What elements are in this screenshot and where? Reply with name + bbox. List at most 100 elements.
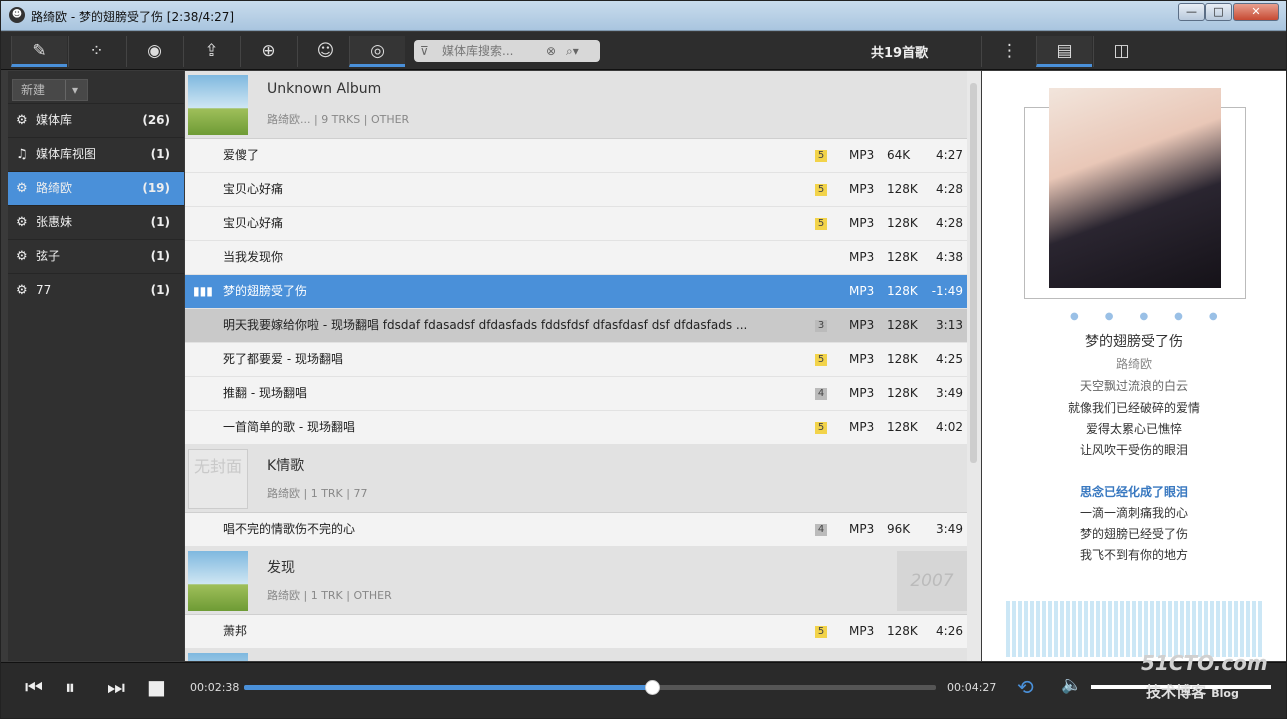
rating-star-icon[interactable]: 4 bbox=[815, 388, 827, 400]
seek-bar[interactable] bbox=[244, 680, 936, 695]
sidebar-item-count: (19) bbox=[142, 181, 170, 195]
track-name: 推翻 - 现场翻唱 bbox=[223, 386, 307, 400]
track-name: 爱傻了 bbox=[223, 148, 260, 162]
rating-star-icon[interactable]: 5 bbox=[815, 150, 827, 162]
sidebar-item-zhanghuimei[interactable]: ⚙ 张惠妹 (1) bbox=[8, 205, 184, 239]
seek-handle[interactable] bbox=[645, 680, 661, 695]
filter-icon[interactable]: ⊽ bbox=[420, 40, 429, 62]
track-duration: 3:13 bbox=[936, 318, 963, 332]
lyric-line: 让风吹干受伤的眼泪 bbox=[1079, 443, 1188, 457]
table-row[interactable]: 当我发现你 MP3 128K 4:38 bbox=[185, 241, 967, 275]
sidebar-item-library-view[interactable]: ♫ 媒体库视图 (1) bbox=[8, 137, 184, 171]
app-logo-icon: ☻ bbox=[9, 7, 25, 23]
pause-icon[interactable]: ⏸ bbox=[65, 675, 75, 699]
next-icon[interactable]: ⏭ bbox=[107, 675, 125, 699]
vertical-scrollbar[interactable] bbox=[967, 71, 981, 661]
new-label: 新建 bbox=[21, 83, 46, 97]
rating-star-icon[interactable]: 4 bbox=[815, 524, 827, 536]
stop-icon[interactable]: ■ bbox=[147, 675, 166, 699]
album-header[interactable] bbox=[185, 649, 967, 661]
artist-photo bbox=[1049, 88, 1221, 288]
sidebar-item-library[interactable]: ⚙ 媒体库 (26) bbox=[8, 103, 184, 137]
album-header[interactable]: Unknown Album 路绮欧... | 9 TRKS | OTHER bbox=[185, 71, 967, 139]
lyric-line: 我飞不到有你的地方 bbox=[1079, 548, 1188, 562]
sidebar-item-77[interactable]: ⚙ 77 (1) bbox=[8, 273, 184, 307]
chevron-down-icon[interactable]: ▾ bbox=[65, 80, 78, 100]
minimize-button[interactable]: — bbox=[1178, 3, 1205, 21]
table-row-playing[interactable]: ▮▮▮ 梦的翅膀受了伤 MP3 128K -1:49 bbox=[185, 275, 967, 309]
sidebar-item-count: (1) bbox=[150, 249, 170, 263]
album-header[interactable]: 发现 路绮欧 | 1 TRK | OTHER 2007 bbox=[185, 547, 967, 615]
lyric-line: 天空飘过流浪的白云 bbox=[1079, 379, 1188, 393]
rating-star-icon[interactable]: 5 bbox=[815, 626, 827, 638]
more-icon[interactable]: ⋮ bbox=[981, 36, 1037, 67]
search-input[interactable]: 媒体库搜索... bbox=[442, 40, 513, 62]
disc-icon[interactable]: ◎ bbox=[349, 36, 405, 67]
track-name: 宝贝心好痛 bbox=[223, 182, 284, 196]
info-panel-icon[interactable]: ◫ bbox=[1093, 36, 1149, 67]
total-time: 00:04:27 bbox=[947, 681, 997, 694]
table-row[interactable]: 宝贝心好痛 5 MP3 128K 4:28 bbox=[185, 173, 967, 207]
player-bar: ⏮ ⏸ ⏭ ■ 00:02:38 00:04:27 ⟲ 🔈 bbox=[1, 662, 1286, 718]
gear-icon: ⚙ bbox=[16, 249, 28, 264]
music-note-icon: ♫ bbox=[16, 147, 28, 162]
table-row[interactable]: 死了都要爱 - 现场翻唱 5 MP3 128K 4:25 bbox=[185, 343, 967, 377]
rating-star-icon[interactable]: 5 bbox=[815, 422, 827, 434]
track-bitrate: 128K bbox=[887, 182, 918, 196]
track-bitrate: 128K bbox=[887, 318, 918, 332]
maximize-button[interactable]: □ bbox=[1205, 3, 1232, 21]
track-format: MP3 bbox=[849, 386, 875, 400]
sidebar-item-xianzi[interactable]: ⚙ 弦子 (1) bbox=[8, 239, 184, 273]
photo-pager-dots[interactable]: ●●●●● bbox=[1070, 311, 1244, 322]
table-row[interactable]: 萧邦 5 MP3 128K 4:26 bbox=[185, 615, 967, 649]
seek-bar-fill bbox=[244, 685, 653, 690]
track-format: MP3 bbox=[849, 250, 875, 264]
table-row[interactable]: 明天我要嫁给你啦 - 现场翻唱 fdsdaf fdasadsf dfdasfad… bbox=[185, 309, 967, 343]
track-bitrate: 128K bbox=[887, 420, 918, 434]
rating-star-icon[interactable]: 5 bbox=[815, 184, 827, 196]
track-format: MP3 bbox=[849, 182, 875, 196]
search-icon[interactable]: ⌕▾ bbox=[566, 40, 579, 62]
lyrics-panel-icon[interactable]: ▤ bbox=[1036, 36, 1092, 67]
radio-icon[interactable]: ◉ bbox=[126, 36, 182, 67]
volume-icon[interactable]: 🔈 bbox=[1061, 675, 1082, 695]
sidebar-item-luqiou[interactable]: ⚙ 路绮欧 (19) bbox=[8, 171, 184, 205]
album-header[interactable]: 无封面 K情歌 路绮欧 | 1 TRK | 77 bbox=[185, 445, 967, 513]
table-row[interactable]: 唱不完的情歌伤不完的心 4 MP3 96K 3:49 bbox=[185, 513, 967, 547]
search-box[interactable]: ⊽ 媒体库搜索... ⊗ ⌕▾ bbox=[414, 40, 600, 62]
sidebar-item-count: (26) bbox=[142, 113, 170, 127]
album-grid-icon[interactable]: ⁘ bbox=[68, 36, 124, 67]
track-list: Unknown Album 路绮欧... | 9 TRKS | OTHER 爱傻… bbox=[185, 71, 967, 661]
table-row[interactable]: 一首简单的歌 - 现场翻唱 5 MP3 128K 4:02 bbox=[185, 411, 967, 445]
library-view-icon[interactable]: ✎ bbox=[11, 36, 67, 67]
track-bitrate: 128K bbox=[887, 624, 918, 638]
clear-icon[interactable]: ⊗ bbox=[546, 40, 556, 62]
track-format: MP3 bbox=[849, 284, 875, 298]
new-playlist-button[interactable]: 新建 ▾ bbox=[12, 79, 88, 101]
rating-star-icon[interactable]: 5 bbox=[815, 354, 827, 366]
watermark-logo: 51CTO.com bbox=[1141, 651, 1268, 675]
export-icon[interactable]: ⇪ bbox=[183, 36, 239, 67]
close-button[interactable]: ✕ bbox=[1233, 3, 1279, 21]
track-bitrate: 128K bbox=[887, 284, 918, 298]
rating-star-icon[interactable]: 3 bbox=[815, 320, 827, 332]
gear-icon: ⚙ bbox=[16, 113, 28, 128]
table-row[interactable]: 推翻 - 现场翻唱 4 MP3 128K 3:49 bbox=[185, 377, 967, 411]
scrollbar-thumb[interactable] bbox=[970, 83, 977, 463]
repeat-icon[interactable]: ⟲ bbox=[1017, 675, 1034, 699]
previous-icon[interactable]: ⏮ bbox=[25, 675, 43, 699]
spectrum-visualizer bbox=[1006, 601, 1262, 657]
album-cover bbox=[188, 551, 248, 611]
table-row[interactable]: 宝贝心好痛 5 MP3 128K 4:28 bbox=[185, 207, 967, 241]
rating-star-icon[interactable]: 5 bbox=[815, 218, 827, 230]
toolbar: ✎ ⁘ ◉ ⇪ ⊕ ☺ ◎ ⊽ 媒体库搜索... ⊗ ⌕▾ 共19首歌 ⋮ ▤ … bbox=[1, 32, 1286, 70]
track-duration: 4:25 bbox=[936, 352, 963, 366]
album-meta: 路绮欧 | 1 TRK | 77 bbox=[267, 487, 368, 500]
user-icon[interactable]: ☺ bbox=[297, 36, 353, 67]
track-format: MP3 bbox=[849, 522, 875, 536]
track-bitrate: 128K bbox=[887, 250, 918, 264]
now-playing-artist: 路绮欧 bbox=[1115, 357, 1152, 371]
table-row[interactable]: 爱傻了 5 MP3 64K 4:27 bbox=[185, 139, 967, 173]
sidebar-item-label: 媒体库 bbox=[36, 113, 73, 127]
add-icon[interactable]: ⊕ bbox=[240, 36, 296, 67]
